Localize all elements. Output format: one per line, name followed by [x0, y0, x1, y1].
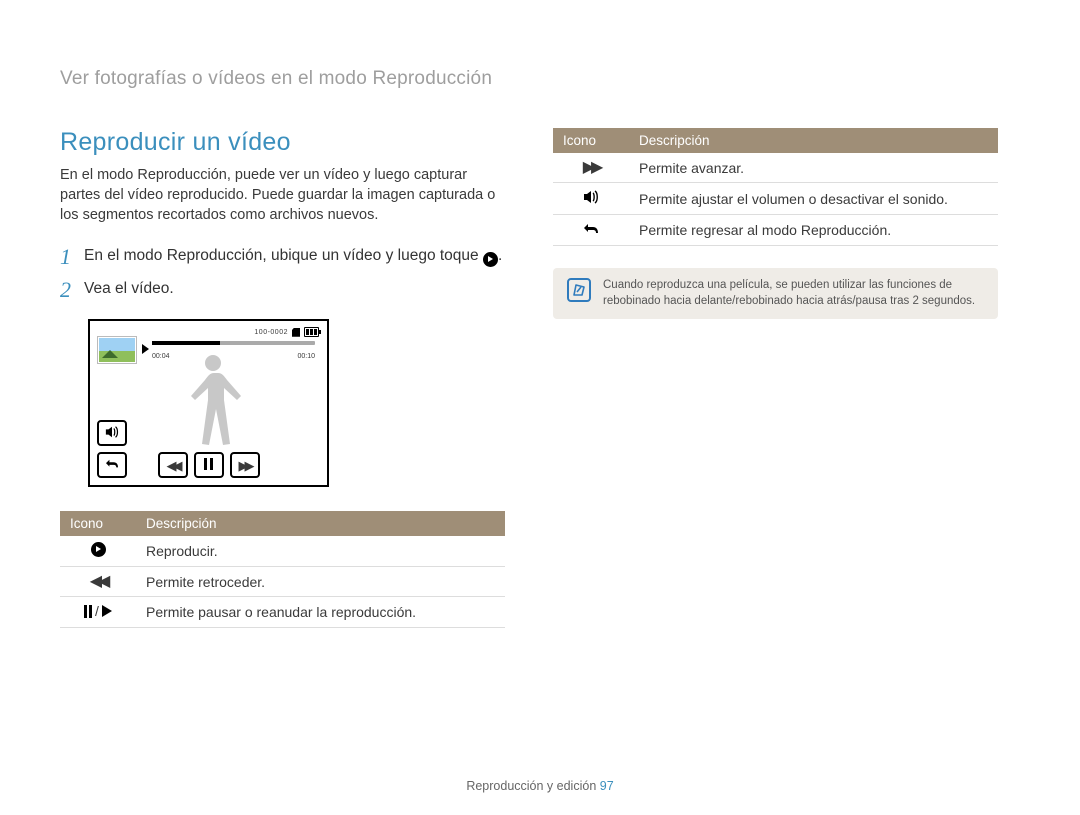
breadcrumb: Ver fotografías o vídeos en el modo Repr… [60, 68, 1020, 90]
right-column: Icono Descripción ▶▶ Permite avanzar. Pe… [553, 128, 998, 628]
table-row: Reproducir. [60, 536, 505, 567]
desc-pause-resume: Permite pausar o reanudar la reproducció… [136, 597, 505, 628]
desc-rewind: Permite retroceder. [136, 567, 505, 597]
volume-icon [105, 425, 119, 441]
intro-text: En el modo Reproducción, puede ver un ví… [60, 165, 505, 225]
table-row: / Permite pausar o reanudar la reproducc… [60, 597, 505, 628]
step-2: 2 Vea el vídeo. [60, 278, 505, 301]
progress-bar [152, 341, 315, 345]
content-columns: Reproducir un vídeo En el modo Reproducc… [60, 128, 1020, 628]
play-icon [483, 252, 498, 267]
left-column: Reproducir un vídeo En el modo Reproducc… [60, 128, 505, 628]
screen-back-button [97, 452, 127, 478]
volume-icon [583, 189, 599, 205]
step-1-text: En el modo Reproducción, ubique un vídeo… [84, 245, 502, 267]
table-row: ▶▶ Permite avanzar. [553, 153, 998, 183]
camera-screen-illustration: 100-0002 00:04 00:10 [88, 319, 329, 487]
table-header-icon: Icono [553, 128, 629, 153]
screen-topbar: 100-0002 [254, 327, 319, 337]
footer-label: Reproducción y edición [466, 779, 599, 793]
page-footer: Reproducción y edición 97 [0, 779, 1080, 793]
steps-list: 1 En el modo Reproducción, ubique un víd… [60, 245, 505, 301]
play-indicator-icon [142, 344, 149, 354]
step-number: 2 [60, 278, 84, 301]
screen-rewind-button: ◀◀ [158, 452, 188, 478]
file-number: 100-0002 [254, 329, 288, 336]
page: Ver fotografías o vídeos en el modo Repr… [0, 0, 1080, 815]
progress-area: 00:04 00:10 [152, 341, 315, 345]
table-header-icon: Icono [60, 511, 136, 536]
step-1-text-a: En el modo Reproducción, ubique un vídeo… [84, 247, 483, 264]
screen-forward-button: ▶▶ [230, 452, 260, 478]
section-title: Reproducir un vídeo [60, 128, 505, 157]
memory-card-icon [292, 328, 300, 337]
forward-icon: ▶▶ [583, 160, 600, 176]
note-icon [567, 278, 591, 302]
desc-forward: Permite avanzar. [629, 153, 998, 183]
right-icon-table: Icono Descripción ▶▶ Permite avanzar. Pe… [553, 128, 998, 246]
step-2-text: Vea el vídeo. [84, 278, 174, 300]
step-1-text-b: . [498, 247, 502, 264]
screen-left-controls [97, 420, 127, 478]
back-icon [583, 221, 599, 237]
note-text: Cuando reproduzca una película, se puede… [603, 278, 984, 309]
back-icon [105, 458, 119, 472]
desc-play: Reproducir. [136, 536, 505, 567]
step-number: 1 [60, 245, 84, 268]
left-icon-table: Icono Descripción Reproducir. ◀◀ Permite… [60, 511, 505, 628]
desc-back: Permite regresar al modo Reproducción. [629, 215, 998, 246]
desc-volume: Permite ajustar el volumen o desactivar … [629, 183, 998, 215]
screen-bottom-controls: ◀◀ ▶▶ [158, 452, 260, 478]
video-frame-silhouette [178, 351, 248, 457]
forward-icon: ▶▶ [239, 459, 251, 472]
table-row: ◀◀ Permite retroceder. [60, 567, 505, 597]
play-icon [91, 542, 106, 557]
table-row: Permite regresar al modo Reproducción. [553, 215, 998, 246]
screen-volume-button [97, 420, 127, 446]
table-row: Permite ajustar el volumen o desactivar … [553, 183, 998, 215]
rewind-icon: ◀◀ [167, 459, 179, 472]
pause-icon [204, 458, 213, 472]
table-header-desc: Descripción [629, 128, 998, 153]
time-total: 00:10 [297, 353, 315, 360]
progress-fill [152, 341, 220, 345]
step-1: 1 En el modo Reproducción, ubique un víd… [60, 245, 505, 268]
pause-play-icon: / [84, 603, 112, 619]
info-note: Cuando reproduzca una película, se puede… [553, 268, 998, 319]
screen-pause-button [194, 452, 224, 478]
rewind-icon: ◀◀ [90, 574, 107, 590]
video-thumbnail [98, 337, 136, 363]
battery-icon [304, 327, 319, 337]
table-header-desc: Descripción [136, 511, 505, 536]
time-elapsed: 00:04 [152, 353, 170, 360]
page-number: 97 [600, 779, 614, 793]
